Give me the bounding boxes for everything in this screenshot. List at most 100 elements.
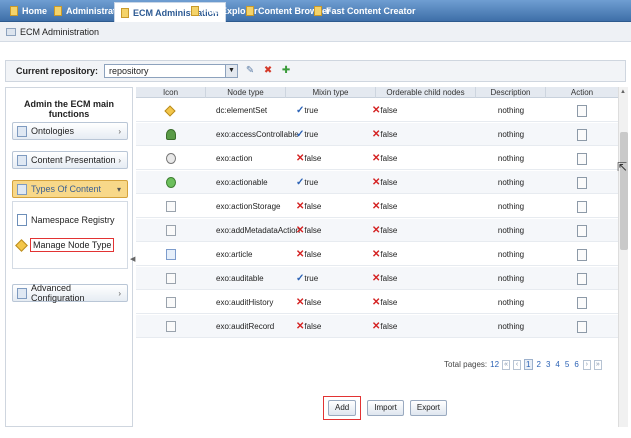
tab-home[interactable]: Home [4, 0, 53, 22]
mixin-type-cell: ✕false [296, 147, 376, 170]
mixin-value: false [304, 250, 322, 259]
table-row[interactable]: exo:actionStorage ✕false ✕false nothing [136, 195, 618, 218]
orderable-cell: ✕false [372, 219, 472, 242]
mixin-type-cell: ✓true [296, 123, 376, 146]
node-type-name: exo:addMetadataAction [216, 226, 301, 235]
action-buttons: Add Import Export [323, 396, 448, 424]
page-number[interactable]: 5 [564, 360, 570, 369]
orderable-cell: ✕false [372, 171, 472, 194]
article-icon [166, 249, 176, 260]
mixin-value: false [304, 154, 322, 163]
page-number[interactable]: 6 [573, 360, 579, 369]
table-row[interactable]: exo:action ✕false ✕false nothing [136, 147, 618, 170]
next-page-icon[interactable]: › [582, 359, 591, 370]
scroll-up-icon[interactable]: ▲ [620, 89, 626, 95]
table-row[interactable]: exo:actionable ✓true ✕false nothing [136, 171, 618, 194]
configuration-icon [17, 287, 27, 299]
page-number[interactable]: 3 [545, 360, 551, 369]
ontology-icon [17, 125, 27, 137]
last-page-icon[interactable]: » [593, 359, 602, 370]
page-icon [10, 6, 18, 16]
total-pages-count: 12 [490, 360, 500, 369]
mixin-type-cell: ✓true [296, 267, 376, 290]
orderable-cell: ✕false [372, 99, 472, 122]
description-cell: nothing [497, 130, 525, 139]
view-node-type-icon[interactable] [577, 272, 587, 285]
green-gear-icon [166, 177, 176, 188]
mixin-type-cell: ✕false [296, 315, 376, 338]
action-cell [546, 315, 618, 338]
pagination: Total pages: 12 « ‹ 1 2 3 4 5 6 › » [444, 359, 602, 370]
add-button[interactable]: Add [328, 400, 357, 416]
submenu-namespace-registry[interactable]: Namespace Registry [17, 214, 115, 226]
view-node-type-icon[interactable] [577, 320, 587, 333]
table-row[interactable]: exo:addMetadataAction ✕false ✕false nothing [136, 219, 618, 242]
view-node-type-icon[interactable] [577, 296, 587, 309]
tab-fast-content-creator[interactable]: Fast Content Creator [308, 0, 422, 22]
sidebar-item-label: Types Of Content [31, 184, 102, 194]
edit-icon[interactable]: ✎ [244, 65, 256, 77]
add-button-highlight: Add [323, 396, 362, 420]
page-number[interactable]: 4 [554, 360, 560, 369]
column-header-mixin-type: Mixin type [286, 87, 376, 98]
previous-page-icon[interactable]: ‹ [513, 359, 522, 370]
description-cell: nothing [497, 178, 525, 187]
sidebar-item-types-of-content[interactable]: Types Of Content ▾ [12, 180, 128, 198]
sidebar-item-advanced-configuration[interactable]: Advanced Configuration › [12, 283, 128, 303]
sidebar-item-ontologies[interactable]: Ontologies › [12, 122, 128, 140]
table-row[interactable]: exo:article ✕false ✕false nothing [136, 243, 618, 266]
column-header-description: Description [476, 87, 546, 98]
submenu-label: Namespace Registry [31, 215, 115, 225]
view-node-type-icon[interactable] [577, 176, 587, 189]
orderable-value: false [380, 322, 398, 331]
submenu-manage-node-type[interactable]: Manage Node Type [15, 238, 115, 252]
orderable-value: false [380, 226, 398, 235]
node-type-name: exo:actionStorage [216, 202, 281, 211]
import-button[interactable]: Import [367, 400, 404, 416]
table-row[interactable]: exo:auditable ✓true ✕false nothing [136, 267, 618, 290]
document-icon [166, 201, 176, 212]
export-button[interactable]: Export [409, 400, 448, 416]
orderable-value: false [380, 106, 398, 115]
mixin-value: true [304, 106, 319, 115]
chevron-right-icon: › [118, 288, 121, 298]
scrollbar-thumb[interactable] [620, 132, 628, 250]
content-type-icon [17, 183, 27, 195]
node-icon-cell [136, 123, 206, 146]
table-row[interactable]: exo:accessControllable ✓true ✕false nothing [136, 123, 618, 146]
repository-select[interactable]: repository ▼ [104, 64, 239, 78]
gear-doc-icon [166, 153, 176, 164]
sidebar-item-content-presentation[interactable]: Content Presentation › [12, 151, 128, 169]
orderable-value: false [380, 178, 398, 187]
table-row[interactable]: exo:auditHistory ✕false ✕false nothing [136, 291, 618, 314]
view-node-type-icon[interactable] [577, 224, 587, 237]
orderable-value: false [380, 130, 398, 139]
page-number[interactable]: 1 [524, 359, 533, 370]
page-number[interactable]: 2 [536, 360, 542, 369]
collapse-sidebar-handle[interactable]: ◀ [130, 255, 135, 263]
chevron-right-icon: › [118, 126, 121, 136]
window-icon [6, 27, 16, 36]
view-node-type-icon[interactable] [577, 128, 587, 141]
description-cell: nothing [497, 154, 525, 163]
orderable-cell: ✕false [372, 147, 472, 170]
node-icon-cell [136, 267, 206, 290]
description-cell: nothing [497, 250, 525, 259]
table-row[interactable]: exo:auditRecord ✕false ✕false nothing [136, 315, 618, 338]
delete-icon[interactable]: ✖ [262, 65, 274, 77]
first-page-icon[interactable]: « [502, 359, 511, 370]
tab-label: Home [22, 6, 48, 16]
view-node-type-icon[interactable] [577, 248, 587, 261]
table-header: Icon Node type Mixin type Orderable chil… [136, 87, 618, 98]
description-cell: nothing [497, 226, 525, 235]
orderable-value: false [380, 202, 398, 211]
view-node-type-icon[interactable] [577, 104, 587, 117]
mixin-value: false [304, 226, 322, 235]
orderable-value: false [380, 298, 398, 307]
view-node-type-icon[interactable] [577, 152, 587, 165]
node-icon-cell [136, 291, 206, 314]
vertical-scrollbar[interactable]: ▲ [618, 87, 628, 427]
add-repository-icon[interactable]: ✚ [280, 65, 292, 77]
table-row[interactable]: dc:elementSet ✓true ✕false nothing [136, 99, 618, 122]
view-node-type-icon[interactable] [577, 200, 587, 213]
